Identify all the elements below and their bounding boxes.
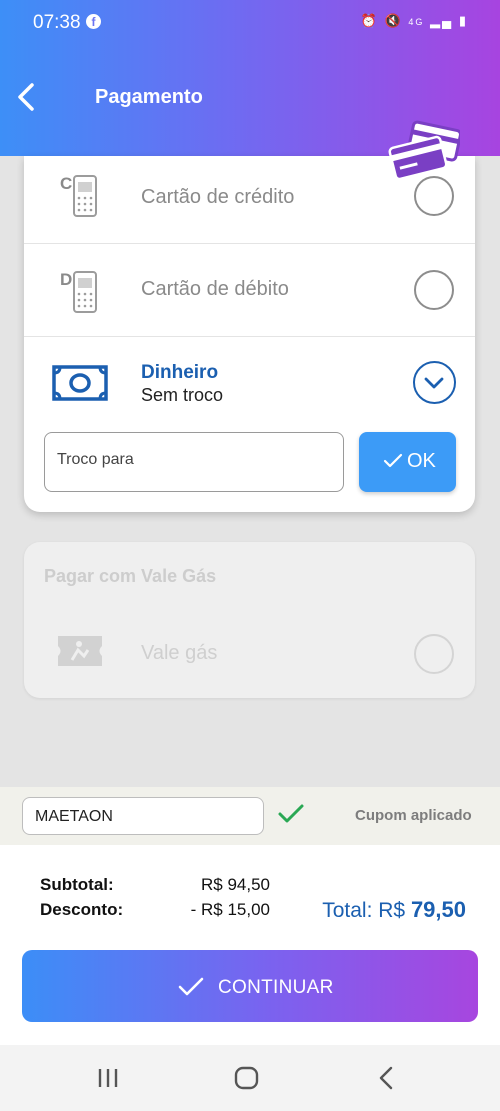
check-icon [178, 977, 204, 996]
vale-gas-card: Pagar com Vale Gás Vale gás [24, 542, 475, 698]
check-icon [383, 453, 403, 468]
home-icon[interactable] [232, 1065, 262, 1091]
chevron-down-icon [424, 377, 444, 389]
battery-icon: ▮ [458, 13, 468, 28]
coupon-bar: MAETAON Cupom aplicado [0, 787, 500, 845]
discount-label: Desconto: [40, 900, 124, 919]
vale-gas-label: Vale gás [141, 642, 218, 664]
cash-subtitle: Sem troco [141, 385, 224, 405]
alarm-icon: ⏰ [360, 13, 379, 28]
ok-label: OK [407, 450, 436, 472]
option-cash[interactable]: Dinheiro Sem troco [24, 337, 475, 432]
troco-input[interactable]: Troco para [44, 432, 344, 492]
payment-methods-card: C Cartão de crédito D Cartão de débito D… [24, 156, 475, 512]
continue-button[interactable]: CONTINUAR [22, 950, 478, 1022]
vale-gas-title: Pagar com Vale Gás [44, 566, 217, 586]
debit-card-terminal-icon: D [60, 270, 97, 313]
status-icons: ⏰ 🔇 4G ▂▄ ▮ [361, 13, 468, 29]
cash-expand-button[interactable] [413, 361, 456, 404]
back-icon[interactable] [372, 1065, 402, 1091]
total-value: 79,50 [410, 897, 466, 922]
debit-card-radio[interactable] [414, 270, 454, 310]
subtotal-value: R$ 94,50 [201, 875, 270, 894]
facebook-icon: f [86, 14, 101, 29]
coupon-status: Cupom aplicado [355, 807, 472, 824]
ticket-icon [58, 636, 102, 666]
svg-text:D: D [60, 270, 72, 289]
system-nav-bar [0, 1045, 500, 1111]
vale-gas-radio[interactable] [414, 634, 454, 674]
recent-apps-icon[interactable] [93, 1065, 123, 1091]
signal-icon: ▂▄ [430, 13, 454, 28]
network-label: 4G [408, 17, 425, 27]
mute-icon: 🔇 [384, 13, 403, 28]
status-time: 07:38 [33, 12, 81, 33]
status-bar: 07:38 f ⏰ 🔇 4G ▂▄ ▮ [0, 10, 500, 36]
subtotal-label: Subtotal: [40, 875, 114, 894]
page-title: Pagamento [95, 86, 203, 108]
svg-text:C: C [60, 174, 72, 193]
ok-button[interactable]: OK [359, 432, 456, 492]
continue-label: CONTINUAR [218, 977, 334, 998]
cash-title: Dinheiro [141, 362, 219, 383]
option-debit-card[interactable]: D Cartão de débito [24, 244, 475, 337]
order-summary: Subtotal: R$ 94,50 Desconto: - R$ 15,00 … [0, 845, 500, 1045]
discount-value: - R$ 15,00 [190, 900, 270, 919]
total-label: Total: R$ [322, 899, 406, 922]
credit-card-terminal-icon: C [60, 174, 97, 217]
credit-cards-icon [388, 120, 460, 181]
total: Total: R$ 79,50 [322, 897, 466, 923]
back-arrow-icon[interactable] [14, 82, 40, 112]
check-icon [278, 804, 304, 823]
cash-icon [52, 365, 108, 401]
credit-card-label: Cartão de crédito [141, 186, 295, 208]
debit-card-label: Cartão de débito [141, 278, 289, 300]
coupon-input[interactable]: MAETAON [22, 797, 264, 835]
